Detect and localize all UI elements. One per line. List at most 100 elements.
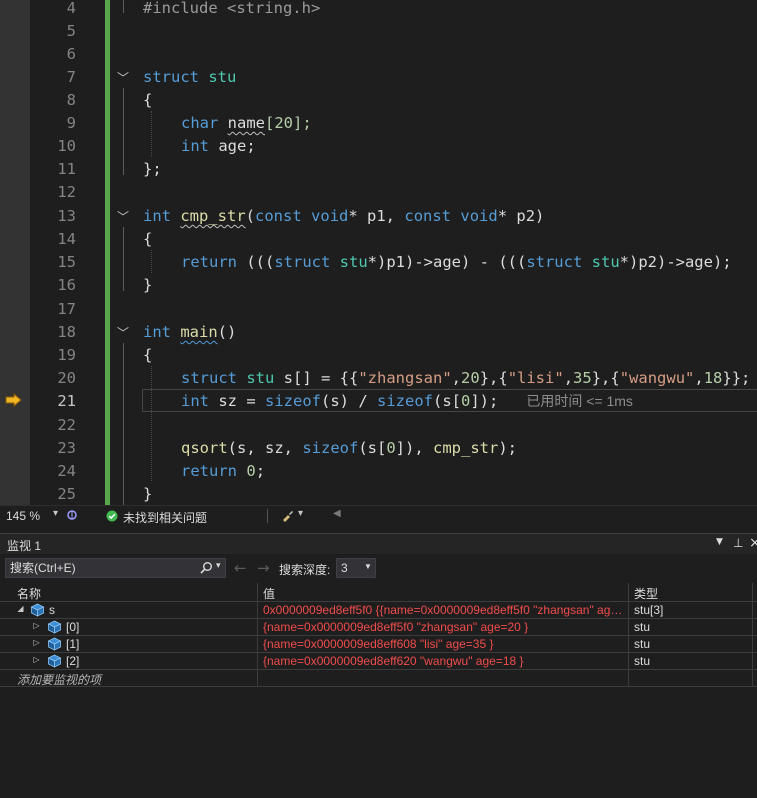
search-depth-value: 3 — [341, 561, 348, 575]
code-text: char name[20]; — [181, 114, 312, 132]
expand-triangle-icon[interactable]: ▷ — [32, 655, 41, 664]
column-header-type[interactable]: 类型 — [630, 583, 753, 601]
search-options-icon[interactable]: ▾ — [216, 561, 221, 571]
line-number: 22 — [57, 416, 76, 434]
line-number: 12 — [57, 183, 76, 201]
code-text: int main() — [143, 323, 237, 341]
expand-triangle-icon[interactable]: ▷ — [32, 621, 41, 630]
code-text: }; — [143, 160, 162, 178]
pin-icon[interactable]: ⊥ — [733, 536, 743, 550]
column-header-name[interactable]: 名称 — [0, 583, 258, 601]
close-icon[interactable]: × — [749, 535, 757, 551]
code-line: 10 int age; — [0, 135, 757, 158]
back-arrow-icon[interactable]: ← — [234, 559, 247, 577]
table-row[interactable]: ▷ [1] {name=0x0000009ed8eff608 "lisi" ag… — [0, 636, 757, 653]
code-text: } — [143, 276, 153, 294]
line-number: 5 — [66, 22, 76, 40]
code-line-current: 21 int sz = sizeof(s) / sizeof(s[0]); 已用时… — [0, 390, 757, 413]
table-row[interactable]: ▷ [0] {name=0x0000009ed8eff5f0 "zhangsan… — [0, 619, 757, 636]
forward-arrow-icon[interactable]: → — [257, 559, 270, 577]
line-number: 19 — [57, 346, 76, 364]
scroll-left-icon[interactable]: ◀ — [333, 508, 341, 519]
issues-status[interactable]: 未找到相关问题 — [123, 509, 207, 526]
zoom-dropdown-icon[interactable]: ▾ — [53, 508, 58, 519]
code-text: return 0; — [181, 462, 266, 480]
line-number: 13 — [57, 207, 76, 225]
elapsed-time-hint[interactable]: 已用时间 <= 1ms — [526, 393, 633, 409]
code-line: 18 ﹀ int main() — [0, 321, 757, 344]
panel-options-icon[interactable]: ▼ — [716, 537, 723, 547]
code-text: { — [143, 346, 153, 364]
variable-name: [1] — [66, 637, 80, 651]
type-cell: stu — [630, 653, 753, 669]
value-cell[interactable]: {name=0x0000009ed8eff608 "lisi" age=35 } — [259, 636, 629, 652]
code-line: 23 qsort(s, sz, sizeof(s[0]), cmp_str); — [0, 437, 757, 460]
fold-chevron-icon[interactable]: ﹀ — [116, 210, 130, 224]
search-box[interactable]: ▾ — [5, 558, 226, 578]
line-number: 10 — [57, 137, 76, 155]
value-cell[interactable]: {name=0x0000009ed8eff5f0 "zhangsan" age=… — [259, 619, 629, 635]
line-number: 9 — [66, 114, 76, 132]
search-icon[interactable] — [199, 561, 213, 575]
type-cell: stu — [630, 636, 753, 652]
line-number: 16 — [57, 276, 76, 294]
check-circle-icon[interactable] — [106, 510, 118, 522]
fold-chevron-icon[interactable]: ﹀ — [116, 71, 130, 85]
line-number: 23 — [57, 439, 76, 457]
value-cell — [259, 670, 629, 686]
grid-header: 名称 值 类型 — [0, 583, 757, 602]
table-row[interactable]: ▷ [2] {name=0x0000009ed8eff620 "wangwu" … — [0, 653, 757, 670]
expand-triangle-icon[interactable]: ▷ — [32, 638, 41, 647]
search-input[interactable] — [8, 559, 193, 577]
code-text: { — [143, 230, 153, 248]
code-text: } — [143, 485, 153, 503]
code-line: 6 — [0, 43, 757, 66]
code-line: 20 struct stu s[] = {{"zhangsan",20},{"l… — [0, 367, 757, 390]
line-number: 20 — [57, 369, 76, 387]
git-branch-icon[interactable] — [66, 509, 78, 521]
code-cleanup-brush-icon[interactable] — [281, 509, 294, 522]
code-line: 15 return (((struct stu*)p1)->age) - (((… — [0, 251, 757, 274]
watch-panel: 监视 1 ▼ ⊥ × ▾ ← → 搜索深度: 3 ▼ 名称 值 类型 — [0, 533, 757, 798]
object-cube-icon — [47, 620, 62, 634]
name-cell: 添加要监视的项 — [0, 670, 258, 686]
line-number: 6 — [66, 45, 76, 63]
line-number: 21 — [57, 392, 76, 410]
add-watch-placeholder[interactable]: 添加要监视的项 — [17, 671, 101, 686]
code-editor[interactable]: 4 #include <string.h> 5 6 7 ﹀ struct stu… — [0, 0, 757, 505]
chevron-down-icon: ▼ — [364, 562, 372, 571]
add-watch-row[interactable]: 添加要监视的项 — [0, 670, 757, 687]
code-line: 14 { — [0, 228, 757, 251]
code-text: struct stu — [143, 68, 237, 86]
fold-chevron-icon[interactable]: ﹀ — [116, 326, 130, 340]
divider — [267, 509, 268, 523]
variable-name: s — [49, 603, 55, 617]
table-row[interactable]: ◢ s 0x0000009ed8eff5f0 {{name=0x0000009e… — [0, 602, 757, 619]
code-line: 12 — [0, 181, 757, 204]
code-text: #include <string.h> — [143, 0, 321, 17]
line-number: 25 — [57, 485, 76, 503]
code-text: { — [143, 91, 153, 109]
object-cube-icon — [30, 603, 45, 617]
cleanup-dropdown-icon[interactable]: ▾ — [298, 508, 303, 519]
code-line: 17 — [0, 298, 757, 321]
code-text: int age; — [181, 137, 256, 155]
value-cell[interactable]: {name=0x0000009ed8eff620 "wangwu" age=18… — [259, 653, 629, 669]
zoom-level[interactable]: 145 % — [6, 509, 40, 523]
name-cell: ◢ s — [0, 602, 258, 618]
panel-titlebar[interactable]: 监视 1 ▼ ⊥ × — [0, 533, 757, 554]
name-cell: ▷ [2] — [0, 653, 258, 669]
variable-name: [0] — [66, 620, 80, 634]
value-cell[interactable]: 0x0000009ed8eff5f0 {{name=0x0000009ed8ef… — [259, 602, 629, 618]
column-header-value[interactable]: 值 — [259, 583, 629, 601]
code-line: 5 — [0, 20, 757, 43]
watch-grid: 名称 值 类型 ◢ s 0x0000009ed8eff5f0 {{name=0x… — [0, 583, 757, 687]
object-cube-icon — [47, 654, 62, 668]
line-number: 24 — [57, 462, 76, 480]
search-depth-select[interactable]: 3 ▼ — [336, 558, 376, 578]
collapse-triangle-icon[interactable]: ◢ — [16, 604, 25, 613]
code-line: 22 — [0, 414, 757, 437]
panel-title: 监视 1 — [7, 539, 42, 553]
name-cell: ▷ [1] — [0, 636, 258, 652]
code-line: 4 #include <string.h> — [0, 0, 757, 20]
